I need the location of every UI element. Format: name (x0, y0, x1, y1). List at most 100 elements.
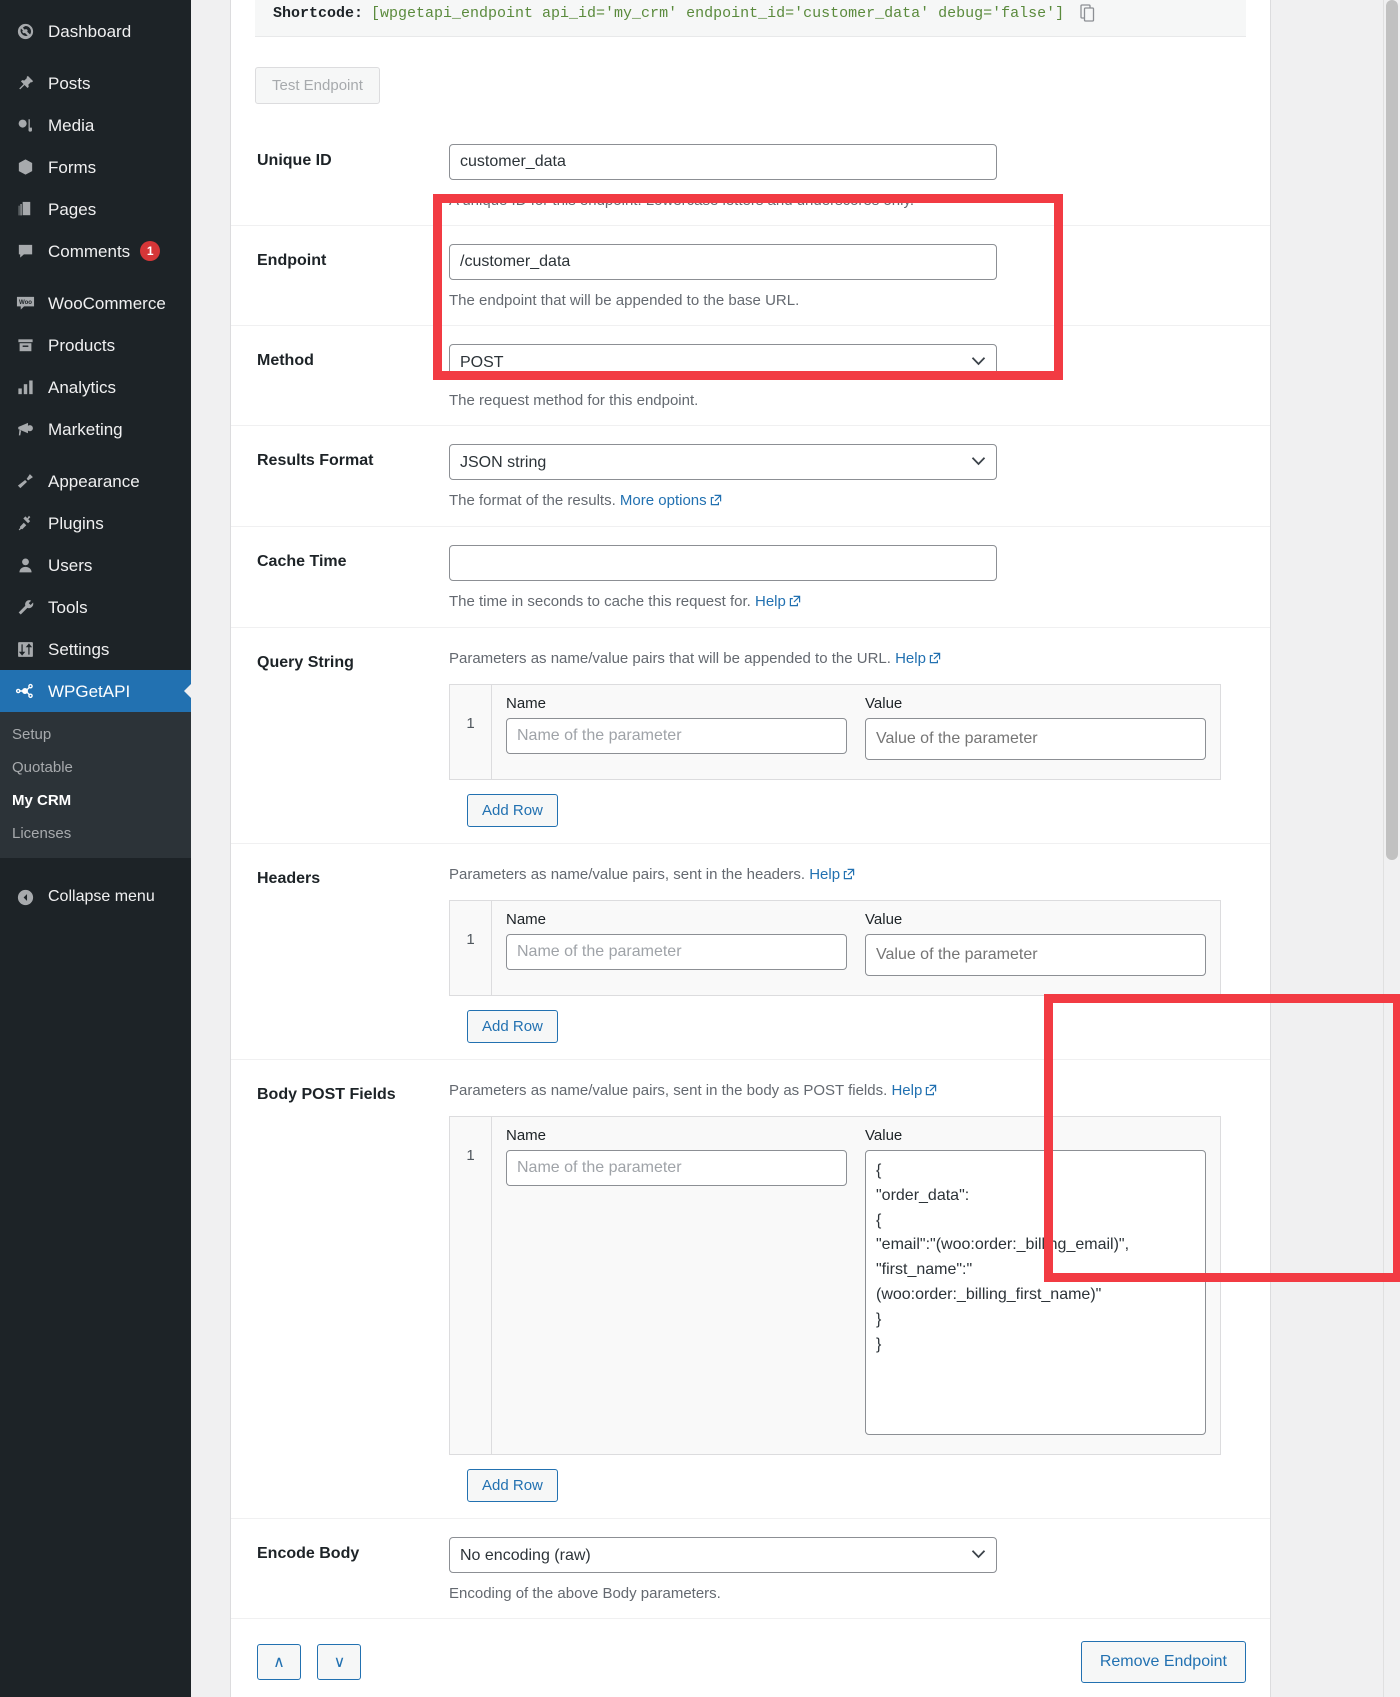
shortcode-label: Shortcode: (273, 4, 364, 22)
body-post-fields-help-link[interactable]: Help (891, 1082, 922, 1099)
body-post-value-input[interactable]: { "order_data": { "email":"(woo:order:_b… (865, 1150, 1206, 1435)
name-column-header: Name (506, 1127, 547, 1144)
sidebar-item-marketing[interactable]: Marketing (0, 408, 191, 450)
plugins-icon (12, 512, 38, 534)
sidebar-item-posts[interactable]: Posts (0, 62, 191, 104)
test-endpoint-button[interactable]: Test Endpoint (255, 67, 380, 104)
body-post-fields-hint-text: Parameters as name/value pairs, sent in … (449, 1082, 888, 1099)
cache-time-input[interactable] (449, 545, 997, 581)
headers-add-row-button[interactable]: Add Row (467, 1010, 558, 1043)
sidebar-item-tools[interactable]: Tools (0, 586, 191, 628)
pages-icon (12, 198, 38, 220)
sidebar-item-analytics[interactable]: Analytics (0, 366, 191, 408)
sidebar-item-label: Appearance (48, 471, 140, 491)
wordpress-admin-screen: Dashboard Posts Media Forms Pages Commen… (0, 0, 1400, 1697)
sidebar-item-label: WPGetAPI (48, 681, 131, 701)
sidebar-item-label: WooCommerce (48, 293, 166, 313)
body-post-name-input[interactable] (506, 1150, 847, 1186)
sidebar-item-label: Plugins (48, 513, 104, 533)
sidebar-item-dashboard[interactable]: Dashboard (0, 10, 191, 52)
body-post-fields-table: 1 Name Value { "order_data": { "email":"… (449, 1116, 1221, 1455)
sidebar-item-woocommerce[interactable]: Woo WooCommerce (0, 282, 191, 324)
sidebar-item-plugins[interactable]: Plugins (0, 502, 191, 544)
sidebar-item-setup[interactable]: Setup (0, 718, 191, 751)
users-icon (12, 554, 38, 576)
sidebar-item-forms[interactable]: Forms (0, 146, 191, 188)
shortcode-value: [wpgetapi_endpoint api_id='my_crm' endpo… (371, 4, 1065, 22)
sidebar-item-my-crm[interactable]: My CRM (0, 784, 191, 817)
sidebar-item-comments[interactable]: Comments 1 (0, 230, 191, 272)
main-content: Shortcode: [wpgetapi_endpoint api_id='my… (191, 0, 1400, 1697)
row-number: 1 (450, 901, 492, 995)
sidebar-item-media[interactable]: Media (0, 104, 191, 146)
collapse-menu-label: Collapse menu (48, 888, 155, 905)
pin-icon (12, 72, 38, 94)
cache-time-help-link[interactable]: Help (755, 593, 786, 610)
collapse-menu-button[interactable]: Collapse menu (0, 876, 191, 918)
sidebar-item-label: Dashboard (48, 21, 132, 41)
query-string-hint: Parameters as name/value pairs that will… (449, 650, 1240, 668)
sidebar-item-label: Forms (48, 157, 97, 177)
row-endpoint: Endpoint The endpoint that will be appen… (231, 225, 1270, 325)
param-name-cell: Name (506, 1127, 847, 1440)
encode-body-label: Encode Body (257, 1545, 360, 1562)
row-query-string: Query String Parameters as name/value pa… (231, 627, 1270, 843)
headers-name-input[interactable] (506, 934, 847, 970)
sidebar-item-quotable[interactable]: Quotable (0, 751, 191, 784)
headers-help-link[interactable]: Help (809, 866, 840, 883)
move-down-button[interactable]: ∨ (317, 1644, 362, 1680)
sidebar-divider (0, 450, 191, 460)
unique-id-input[interactable] (449, 144, 997, 180)
products-icon (12, 334, 38, 356)
endpoint-input[interactable] (449, 244, 997, 280)
row-cache-time: Cache Time The time in seconds to cache … (231, 526, 1270, 627)
row-number: 1 (450, 685, 492, 779)
sidebar-item-label: Comments (48, 241, 131, 261)
sidebar-item-label: Posts (48, 73, 91, 93)
headers-value-input[interactable] (865, 934, 1206, 976)
sidebar-item-pages[interactable]: Pages (0, 188, 191, 230)
value-column-header: Value (865, 911, 903, 928)
sidebar-divider (0, 52, 191, 62)
name-column-header: Name (506, 911, 547, 928)
encode-body-select[interactable]: No encoding (raw) (449, 1537, 997, 1573)
method-select[interactable]: POST (449, 344, 997, 380)
media-icon (12, 114, 38, 136)
external-link-icon (710, 493, 722, 510)
settings-rows: Unique ID A unique ID for this endpoint.… (231, 126, 1270, 1618)
panel-footer: ∧ ∨ Remove Endpoint (231, 1618, 1270, 1697)
copy-icon[interactable] (1080, 4, 1096, 22)
endpoint-hint: The endpoint that will be appended to th… (449, 292, 800, 309)
cache-time-hint: The time in seconds to cache this reques… (449, 593, 1240, 611)
sidebar-item-appearance[interactable]: Appearance (0, 460, 191, 502)
query-string-add-row-button[interactable]: Add Row (467, 794, 558, 827)
page-scrollbar[interactable] (1383, 0, 1400, 1697)
sidebar-item-label: Tools (48, 597, 88, 617)
forms-icon (12, 156, 38, 178)
settings-icon (12, 638, 38, 660)
body-post-fields-add-row-button[interactable]: Add Row (467, 1469, 558, 1502)
sidebar-item-wpgetapi[interactable]: WPGetAPI (0, 670, 191, 712)
reorder-buttons: ∧ ∨ (257, 1644, 373, 1680)
sidebar-item-licenses[interactable]: Licenses (0, 817, 191, 850)
appearance-icon (12, 470, 38, 492)
remove-endpoint-button[interactable]: Remove Endpoint (1080, 1641, 1246, 1683)
sidebar-item-settings[interactable]: Settings (0, 628, 191, 670)
collapse-arrow-icon (12, 888, 38, 907)
shortcode-bar: Shortcode: [wpgetapi_endpoint api_id='my… (255, 0, 1246, 37)
query-string-value-input[interactable] (865, 718, 1206, 760)
value-column-header: Value (865, 695, 903, 712)
more-options-link[interactable]: More options (620, 492, 707, 509)
sidebar-item-users[interactable]: Users (0, 544, 191, 586)
sidebar-item-products[interactable]: Products (0, 324, 191, 366)
headers-hint: Parameters as name/value pairs, sent in … (449, 866, 1240, 884)
wpgetapi-icon (12, 680, 38, 702)
move-up-button[interactable]: ∧ (257, 1644, 301, 1680)
scrollbar-thumb[interactable] (1386, 0, 1398, 860)
woo-icon: Woo (12, 292, 38, 314)
query-string-help-link[interactable]: Help (895, 650, 926, 667)
row-results-format: Results Format JSON string The format of… (231, 425, 1270, 526)
results-format-select[interactable]: JSON string (449, 444, 997, 480)
sidebar-divider (0, 272, 191, 282)
query-string-name-input[interactable] (506, 718, 847, 754)
